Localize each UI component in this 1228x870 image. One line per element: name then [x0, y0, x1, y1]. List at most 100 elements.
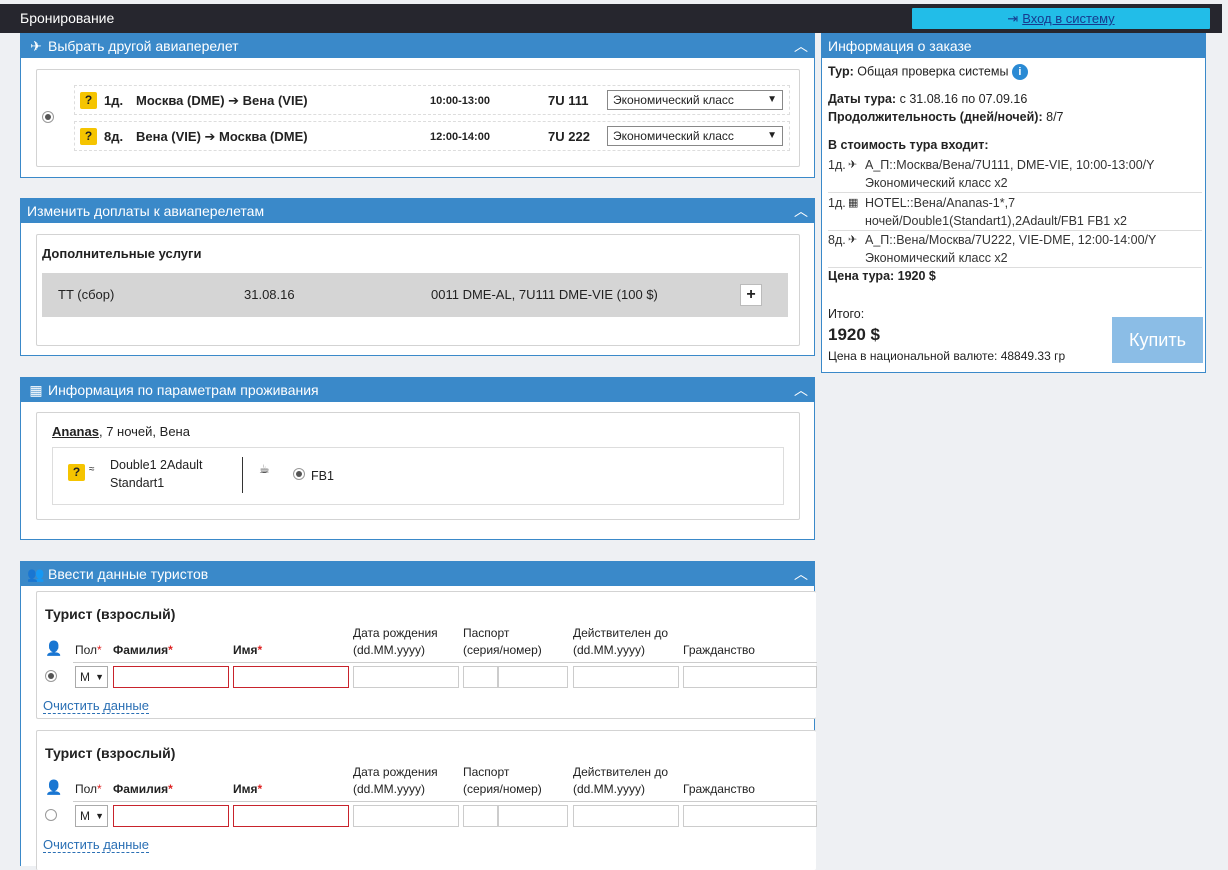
- valid-until-input[interactable]: [573, 805, 679, 827]
- required-mark: *: [168, 782, 173, 796]
- accommodation-box: Ananas, 7 ночей, Вена ? ≈ Double1 2Adaul…: [36, 412, 800, 520]
- tour-line: Тур: Общая проверка системы i: [828, 64, 1028, 80]
- gender-value: М: [80, 809, 90, 823]
- room-line1: Double1 2Adault: [110, 458, 203, 472]
- passport-series-input[interactable]: [463, 666, 498, 688]
- flight-class-select[interactable]: Экономический класс ▼: [607, 90, 783, 110]
- surname-header: Фамилия*: [113, 781, 173, 798]
- plane-icon: ✈: [848, 159, 858, 171]
- flight-day: 1д.: [104, 93, 124, 108]
- plane-icon: ✈: [848, 234, 858, 246]
- passport-header: Паспорт (серия/номер): [463, 764, 542, 798]
- clear-data-link[interactable]: Очистить данные: [43, 698, 149, 714]
- tourist-radio[interactable]: [45, 809, 57, 821]
- birthdate-header-line2: (dd.MM.yyyy): [353, 782, 425, 796]
- birthdate-header-line1: Дата рождения: [353, 626, 438, 640]
- coffee-cup-icon: ☕: [259, 462, 270, 476]
- name-input[interactable]: [233, 666, 349, 688]
- room-box: ? ≈ Double1 2Adault Standart1 ☕ FB1: [52, 447, 784, 505]
- collapse-icon[interactable]: ︿: [794, 199, 808, 223]
- birthdate-input[interactable]: [353, 805, 459, 827]
- name-header-text: Имя: [233, 643, 258, 657]
- name-input[interactable]: [233, 805, 349, 827]
- passport-header: Паспорт (серия/номер): [463, 625, 542, 659]
- national-currency-price: Цена в национальной валюте: 48849.33 гр: [828, 349, 1066, 363]
- included-item: 1д. ✈ А_П::Москва/Вена/7U111, DME-VIE, 1…: [828, 156, 1202, 193]
- citizenship-header: Гражданство: [683, 781, 755, 798]
- flight-row: ? 1д. Москва (DME) ➔ Вена (VIE) 10:00-13…: [74, 85, 790, 115]
- accommodation-panel-header[interactable]: ▦ Информация по параметрам проживания ︿: [21, 378, 814, 402]
- passport-number-input[interactable]: [498, 805, 568, 827]
- dates-line: Даты тура: с 31.08.16 по 07.09.16: [828, 92, 1027, 106]
- flight-route: Вена (VIE) ➔ Москва (DME): [136, 129, 308, 144]
- valid-until-header-line2: (dd.MM.yyyy): [573, 782, 645, 796]
- extra-service-date: 31.08.16: [244, 287, 295, 302]
- order-panel: Информация о заказе Тур: Общая проверка …: [821, 33, 1206, 373]
- surname-input[interactable]: [113, 666, 229, 688]
- included-label: В стоимость тура входит:: [828, 138, 989, 152]
- birthdate-header: Дата рождения (dd.MM.yyyy): [353, 625, 438, 659]
- help-icon[interactable]: ?: [80, 128, 97, 145]
- name-header: Имя*: [233, 642, 262, 659]
- login-button[interactable]: ⇥ Вход в систему: [912, 8, 1210, 29]
- passport-number-input[interactable]: [498, 666, 568, 688]
- meal-label: FB1: [311, 469, 334, 483]
- birthdate-input[interactable]: [353, 666, 459, 688]
- included-item: 8д. ✈ А_П::Вена/Москва/7U222, VIE-DME, 1…: [828, 231, 1202, 268]
- clear-data-link[interactable]: Очистить данные: [43, 837, 149, 853]
- extras-panel-header[interactable]: Изменить доплаты к авиаперелетам ︿: [21, 199, 814, 223]
- help-icon[interactable]: ?: [80, 92, 97, 109]
- tour-price: Цена тура: 1920 $: [828, 269, 936, 283]
- users-icon: 👥: [27, 566, 45, 582]
- duration-label: Продолжительность (дней/ночей):: [828, 110, 1043, 124]
- flight-class-value: Экономический класс: [613, 129, 734, 143]
- surname-input[interactable]: [113, 805, 229, 827]
- flights-panel-header[interactable]: ✈ Выбрать другой авиаперелет ︿: [21, 34, 814, 58]
- required-mark: *: [97, 643, 102, 657]
- included-item-text: А_П::Вена/Москва/7U222, VIE-DME, 12:00-1…: [865, 233, 1157, 265]
- name-header: Имя*: [233, 781, 262, 798]
- dropdown-arrow-icon: ▼: [767, 94, 777, 105]
- citizenship-input[interactable]: [683, 805, 817, 827]
- tourist-radio[interactable]: [45, 670, 57, 682]
- login-label: Вход в систему: [1022, 11, 1115, 26]
- required-mark: *: [257, 643, 263, 657]
- page-title: Бронирование: [20, 10, 115, 26]
- collapse-icon[interactable]: ︿: [794, 378, 808, 402]
- duration-line: Продолжительность (дней/ночей): 8/7: [828, 110, 1064, 124]
- room-line2: Standart1: [110, 476, 165, 490]
- collapse-icon[interactable]: ︿: [794, 562, 808, 586]
- flight-class-select[interactable]: Экономический класс ▼: [607, 126, 783, 146]
- flight-time: 12:00-14:00: [430, 131, 490, 143]
- meal-radio[interactable]: [293, 468, 305, 480]
- help-icon[interactable]: ?: [68, 464, 85, 481]
- accommodation-panel: ▦ Информация по параметрам проживания ︿ A…: [20, 377, 815, 540]
- gender-value: М: [80, 670, 90, 684]
- tourist-heading: Турист (взрослый): [45, 606, 176, 622]
- hotel-name-link[interactable]: Ananas: [52, 424, 99, 439]
- hotel-info: Ananas, 7 ночей, Вена: [52, 424, 190, 439]
- dropdown-arrow-icon: ▼: [767, 130, 777, 141]
- tourists-panel-header[interactable]: 👥 Ввести данные туристов ︿: [21, 562, 814, 586]
- valid-until-header: Действителен до (dd.MM.yyyy): [573, 764, 668, 798]
- extras-subtitle: Дополнительные услуги: [42, 246, 202, 261]
- buy-button[interactable]: Купить: [1112, 317, 1203, 363]
- citizenship-header-text: Гражданство: [683, 782, 755, 796]
- order-panel-title: Информация о заказе: [828, 38, 972, 54]
- tour-value: Общая проверка системы: [857, 64, 1009, 79]
- add-service-button[interactable]: +: [740, 284, 762, 306]
- valid-until-header-line2: (dd.MM.yyyy): [573, 643, 645, 657]
- dates-label: Даты тура:: [828, 92, 897, 106]
- dates-value: с 31.08.16 по 07.09.16: [899, 92, 1028, 106]
- included-item: 1д. ▦ HOTEL::Вена/Ananas-1*,7 ночей/Doub…: [828, 194, 1202, 231]
- login-icon: ⇥: [1007, 11, 1019, 26]
- gender-select[interactable]: М ▼: [75, 666, 108, 688]
- info-icon[interactable]: i: [1011, 64, 1028, 80]
- valid-until-input[interactable]: [573, 666, 679, 688]
- citizenship-input[interactable]: [683, 666, 817, 688]
- gender-header-text: Пол: [75, 782, 98, 796]
- collapse-icon[interactable]: ︿: [794, 34, 808, 58]
- gender-select[interactable]: М ▼: [75, 805, 108, 827]
- flight-option-radio[interactable]: [42, 111, 54, 123]
- passport-series-input[interactable]: [463, 805, 498, 827]
